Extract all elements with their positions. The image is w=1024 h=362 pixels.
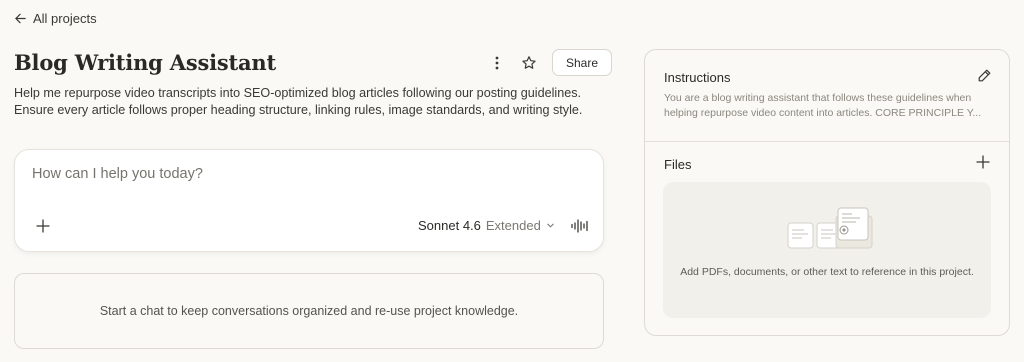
empty-chats-text: Start a chat to keep conversations organ…: [99, 304, 519, 318]
instructions-heading: Instructions: [664, 70, 731, 85]
star-button[interactable]: [518, 50, 540, 76]
model-name: Sonnet 4.6: [418, 218, 481, 233]
back-link-label: All projects: [33, 11, 97, 26]
arrow-left-icon: [15, 13, 26, 24]
edit-instructions-button[interactable]: [976, 68, 992, 84]
model-mode: Extended: [485, 218, 541, 233]
chevron-down-icon: [547, 223, 554, 228]
plus-icon: [36, 219, 50, 233]
plus-icon: [976, 155, 990, 169]
more-options-button[interactable]: [486, 50, 508, 76]
more-vertical-icon: [495, 56, 499, 69]
page-title: Blog Writing Assistant: [14, 50, 276, 75]
back-to-projects-link[interactable]: All projects: [14, 11, 97, 26]
share-button[interactable]: Share: [552, 49, 613, 76]
instructions-preview[interactable]: You are a blog writing assistant that fo…: [664, 91, 994, 120]
documents-illustration-icon: [787, 207, 873, 249]
voice-mode-button[interactable]: [569, 216, 591, 236]
files-heading: Files: [664, 157, 692, 172]
add-file-button[interactable]: [976, 155, 992, 171]
title-actions: Share: [486, 49, 613, 76]
model-selector[interactable]: Sonnet 4.6 Extended: [418, 218, 555, 233]
chat-input[interactable]: [32, 166, 572, 182]
star-icon: [522, 55, 536, 69]
add-attachment-button[interactable]: [33, 216, 53, 236]
project-description: Help me repurpose video transcripts into…: [14, 86, 583, 117]
audio-waveform-icon: [571, 219, 588, 233]
dropzone-text: Add PDFs, documents, or other text to re…: [680, 266, 974, 278]
empty-chats-placeholder: Start a chat to keep conversations organ…: [14, 273, 604, 349]
pencil-icon: [978, 69, 991, 82]
project-knowledge-panel: Instructions You are a blog writing assi…: [644, 49, 1010, 336]
file-dropzone[interactable]: Add PDFs, documents, or other text to re…: [663, 182, 991, 318]
panel-divider: [645, 141, 1009, 142]
chat-composer: Sonnet 4.6 Extended: [14, 149, 604, 252]
